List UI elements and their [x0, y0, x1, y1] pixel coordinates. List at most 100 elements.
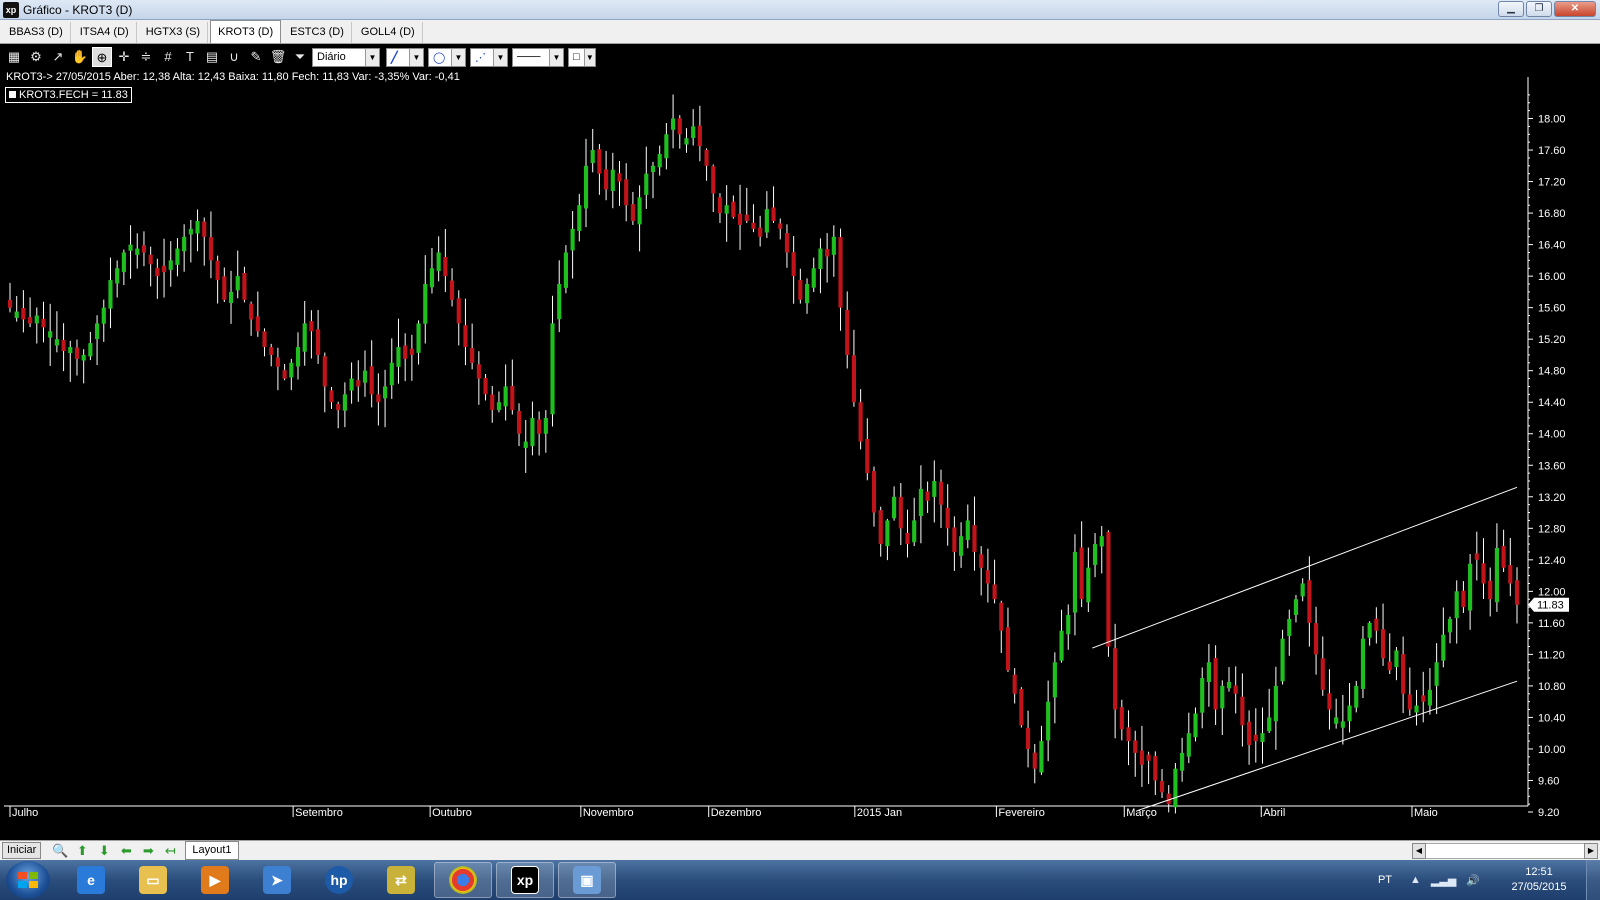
candle-body: [1233, 685, 1238, 694]
candle-body: [1253, 734, 1258, 742]
fan-tool-select[interactable]: ⋰ ▼: [470, 47, 508, 67]
hand-icon[interactable]: ✋: [70, 47, 90, 67]
line-tool-select[interactable]: ╱ ▼: [386, 47, 424, 67]
chevron-down-icon: ▼: [549, 48, 563, 66]
chart-area[interactable]: 18.00 17.60 17.20 16.80 16.40 16.00 15.60 15.20…: [0, 69, 1600, 840]
taskbar-chrome[interactable]: [434, 862, 492, 898]
delete-icon[interactable]: 🗑: [268, 47, 288, 67]
grid-lines-icon[interactable]: #: [158, 47, 178, 67]
candle-body: [436, 252, 441, 272]
tab-bbas3[interactable]: BBAS3 (D): [2, 22, 71, 43]
arrow-right-icon[interactable]: ➡: [137, 842, 159, 860]
candle-body: [1421, 695, 1426, 702]
candle-body: [791, 252, 796, 277]
windows-start-button[interactable]: [6, 861, 50, 899]
chart-toolbar: ▦ ⚙ ↗ ✋ ⊕ ✛ ≑ # T ▤ ∪ ✎ 🗑 ⏷ Diário ▼ ╱ ▼…: [0, 45, 1600, 69]
taskbar-xp-investimentos[interactable]: xp: [496, 862, 554, 898]
candle-body: [1139, 750, 1144, 765]
candle-body: [858, 402, 863, 442]
candle-body: [490, 394, 495, 411]
layout-tab[interactable]: Layout1: [185, 841, 239, 860]
candle-body: [54, 339, 59, 346]
taskbar-sync-app[interactable]: ⇄: [372, 862, 430, 898]
calculator-icon[interactable]: ▤: [202, 47, 222, 67]
go-to-start-icon[interactable]: ↤: [159, 842, 181, 860]
zoom-icon[interactable]: ⊕: [92, 47, 112, 67]
tab-goll4[interactable]: GOLL4 (D): [354, 22, 423, 43]
arrow-up-icon[interactable]: ⬆: [71, 842, 93, 860]
language-indicator[interactable]: PT: [1378, 874, 1392, 886]
candle-body: [650, 165, 656, 173]
arrow-down-icon[interactable]: ⬇: [93, 842, 115, 860]
shape-tool-select[interactable]: ◯ ▼: [428, 47, 466, 67]
crosshair-icon[interactable]: ✛: [114, 47, 134, 67]
candle-body: [1025, 727, 1031, 749]
show-desktop-button[interactable]: [1586, 860, 1600, 900]
candle-body: [751, 222, 756, 229]
candle-body: [242, 273, 247, 300]
speaker-icon[interactable]: 🔊: [1466, 874, 1480, 887]
start-button[interactable]: Iniciar: [2, 842, 42, 859]
candle-body: [396, 347, 401, 367]
horizontal-scrollbar[interactable]: ◀ ▶: [1412, 843, 1598, 859]
candle-body: [1494, 548, 1499, 603]
line-style-select[interactable]: ─── ▼: [512, 47, 564, 67]
minimize-icon[interactable]: ▁: [1498, 1, 1524, 17]
x-tick-label: Outubro: [432, 807, 472, 819]
candle-body: [831, 236, 836, 255]
network-signal-icon[interactable]: ▂▃▅: [1431, 874, 1456, 887]
legend-swatch: [9, 91, 16, 98]
filter-icon[interactable]: ⏷: [290, 47, 310, 67]
candlestick-chart[interactable]: 18.00 17.60 17.20 16.80 16.40 16.00 15.60 15.20…: [0, 69, 1600, 840]
candle-body: [1059, 630, 1064, 661]
candle-body: [959, 536, 964, 556]
color-select[interactable]: □ ▼: [568, 47, 596, 67]
fibonacci-icon[interactable]: ≑: [136, 47, 156, 67]
indicator-icon[interactable]: ↗: [48, 47, 68, 67]
magnet-icon[interactable]: ∪: [224, 47, 244, 67]
tab-itsa4[interactable]: ITSA4 (D): [73, 22, 137, 43]
candle-body: [583, 165, 589, 209]
chevron-down-icon: ▼: [583, 48, 595, 66]
scroll-right-icon[interactable]: ▶: [1584, 843, 1598, 859]
xp-app-icon: xp: [511, 866, 539, 894]
taskbar-file-explorer[interactable]: ▭: [124, 862, 182, 898]
candle-body: [215, 260, 220, 281]
candle-body: [530, 417, 535, 447]
text-tool-icon[interactable]: T: [180, 47, 200, 67]
candle-body: [483, 377, 488, 395]
candle-body: [898, 496, 903, 529]
y-tick-label: 11.20: [1538, 649, 1565, 661]
candle-body: [1213, 657, 1218, 710]
candle-body: [905, 532, 910, 545]
candle-body: [1313, 623, 1319, 655]
candle-body: [604, 169, 609, 190]
zoom-icon[interactable]: 🔍: [49, 842, 71, 860]
scroll-track[interactable]: [1426, 843, 1584, 859]
restore-icon[interactable]: ❐: [1526, 1, 1552, 17]
eraser-icon[interactable]: ✎: [246, 47, 266, 67]
chart-type-icon[interactable]: ▦: [4, 47, 24, 67]
candle-body: [1032, 752, 1037, 769]
last-price-label: 11.83: [1537, 600, 1564, 612]
gear-icon[interactable]: ⚙: [26, 47, 46, 67]
close-icon[interactable]: ✕: [1554, 1, 1596, 17]
taskbar-picture-viewer[interactable]: ▣: [558, 862, 616, 898]
candle-body: [952, 527, 957, 552]
tab-estc3[interactable]: ESTC3 (D): [283, 22, 352, 43]
candle-body: [429, 268, 435, 288]
taskbar-internet-explorer[interactable]: e: [62, 862, 120, 898]
tab-krot3[interactable]: KROT3 (D): [210, 20, 282, 43]
taskbar-remote-app[interactable]: ➤: [248, 862, 306, 898]
candle-body: [1461, 590, 1466, 608]
candle-body: [1220, 685, 1225, 709]
tab-hgtx3[interactable]: HGTX3 (S): [139, 22, 209, 43]
taskbar-hp[interactable]: hp: [310, 862, 368, 898]
scroll-left-icon[interactable]: ◀: [1412, 843, 1426, 859]
clock[interactable]: 12:51 27/05/2015: [1504, 865, 1574, 895]
tray-expand-icon[interactable]: ▲: [1410, 874, 1421, 886]
taskbar-media-player[interactable]: ▶: [186, 862, 244, 898]
candle-body: [1307, 580, 1312, 623]
arrow-left-icon[interactable]: ⬅: [115, 842, 137, 860]
period-select[interactable]: Diário ▼: [312, 47, 380, 67]
